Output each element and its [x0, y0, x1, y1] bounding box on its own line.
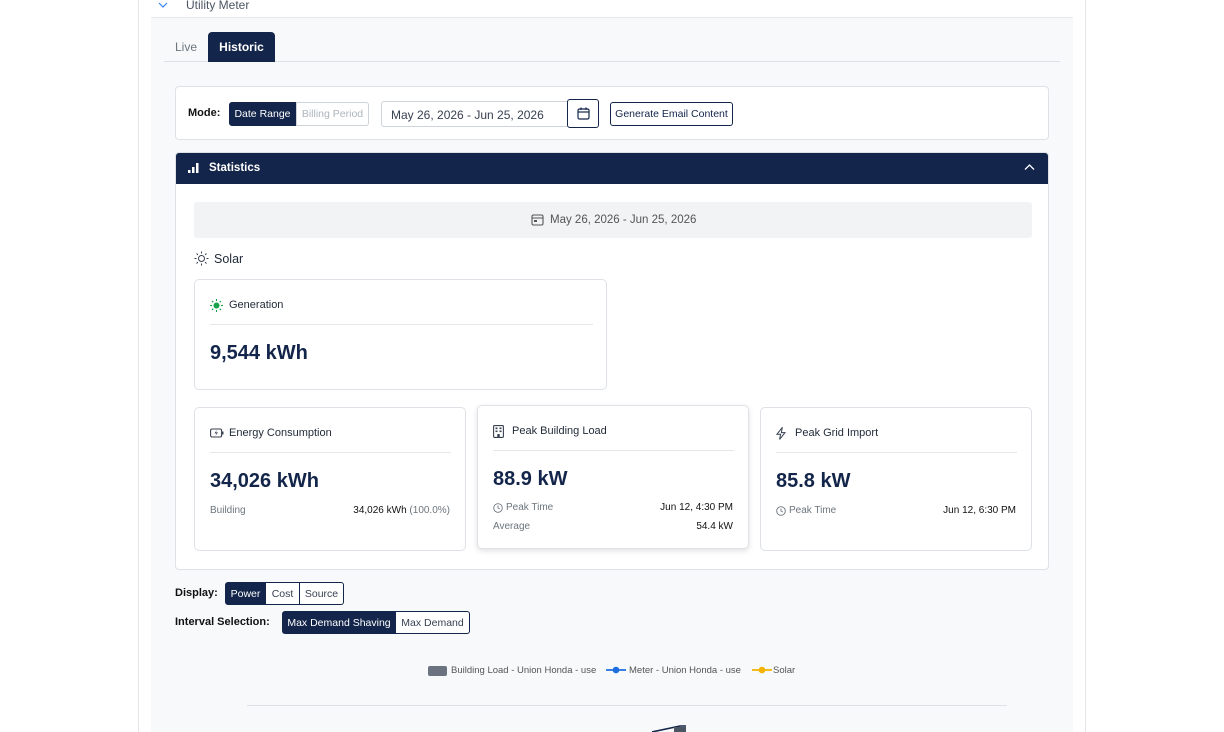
average-label: Average: [493, 521, 531, 532]
calendar-icon: [531, 214, 544, 226]
generation-title: Generation: [229, 299, 284, 311]
legend-building-load[interactable]: Building Load - Union Honda - use: [451, 665, 596, 676]
peak-building-load-card: Peak Building Load 88.9 kW Peak Time Jun…: [477, 405, 749, 549]
legend-meter[interactable]: Meter - Union Honda - use: [629, 665, 741, 676]
building-kwh: 34,026 kWh: [353, 505, 407, 516]
mode-toolbar: Mode: Date Range Billing Period May 26, …: [175, 86, 1049, 140]
peak-grid-import-value: 85.8 kW: [776, 470, 851, 492]
generation-value: 9,544 kWh: [210, 342, 308, 364]
energy-consumption-card: Energy Consumption 34,026 kWh Building 3…: [194, 407, 466, 551]
lightning-icon: [776, 427, 786, 440]
display-power-button[interactable]: Power: [225, 582, 266, 605]
chart-top-gridline: [247, 705, 1007, 706]
mode-date-range-button[interactable]: Date Range: [229, 102, 296, 126]
peak-building-load-title: Peak Building Load: [512, 425, 607, 437]
building-value: 34,026 kWh (100.0%): [353, 505, 450, 516]
clock-icon: [776, 506, 786, 516]
energy-consumption-value: 34,026 kWh: [210, 470, 319, 492]
tab-live[interactable]: Live: [164, 32, 208, 62]
calendar-button[interactable]: [567, 99, 599, 128]
building-icon: [493, 425, 504, 438]
sun-green-icon: [210, 299, 223, 312]
average-value: 54.4 kW: [696, 521, 733, 532]
peak-time-value: Jun 12, 4:30 PM: [660, 502, 733, 513]
solar-heading-label: Solar: [214, 252, 244, 266]
peak-grid-import-title: Peak Grid Import: [795, 427, 879, 439]
generation-card: Generation 9,544 kWh: [194, 279, 607, 390]
energy-consumption-title: Energy Consumption: [229, 427, 332, 439]
page: Utility Meter Live Historic Mode: Date R…: [0, 0, 1224, 732]
display-label: Display:: [175, 587, 218, 599]
bar-chart-icon: [188, 163, 199, 173]
date-range-banner: May 26, 2026 - Jun 25, 2026: [194, 202, 1032, 238]
tab-historic[interactable]: Historic: [208, 32, 275, 62]
date-range-input[interactable]: May 26, 2026 - Jun 25, 2026: [381, 101, 568, 127]
statistics-header[interactable]: Statistics: [176, 153, 1048, 184]
building-label: Building: [210, 505, 246, 516]
building-load-swatch[interactable]: [428, 666, 447, 676]
calendar-icon: [576, 107, 590, 120]
divider: [210, 452, 451, 453]
solar-line-icon[interactable]: [752, 665, 772, 675]
tab-bar: Live Historic: [164, 32, 1060, 62]
building-percent: (100.0%): [409, 505, 450, 516]
mode-label: Mode:: [188, 107, 221, 119]
battery-charging-icon: [210, 428, 224, 438]
chevron-down-icon: [158, 2, 168, 8]
interval-max-demand-button[interactable]: Max Demand: [396, 611, 470, 634]
accordion-title: Utility Meter: [186, 0, 250, 12]
divider: [210, 324, 593, 325]
display-cost-button[interactable]: Cost: [266, 582, 300, 605]
interval-label: Interval Selection:: [175, 616, 270, 628]
interval-max-demand-shaving-button[interactable]: Max Demand Shaving: [282, 611, 396, 634]
peak-time-value: Jun 12, 6:30 PM: [943, 505, 1016, 516]
display-source-button[interactable]: Source: [300, 582, 344, 605]
date-range-text: May 26, 2026 - Jun 25, 2026: [550, 214, 697, 226]
peak-building-load-value: 88.9 kW: [493, 468, 568, 490]
legend-solar[interactable]: Solar: [773, 665, 795, 676]
meter-line-icon[interactable]: [606, 665, 626, 675]
generate-email-button[interactable]: Generate Email Content: [610, 102, 733, 126]
clock-icon: [493, 503, 503, 513]
statistics-panel: Statistics May 26, 2026 - Jun 25, 2026 S…: [175, 152, 1049, 570]
sun-icon: [194, 251, 209, 266]
mode-billing-period-button[interactable]: Billing Period: [296, 102, 369, 126]
divider: [776, 452, 1017, 453]
peak-grid-import-card: Peak Grid Import 85.8 kW Peak Time Jun 1…: [760, 407, 1032, 551]
peak-time-label: Peak Time: [789, 505, 837, 516]
statistics-title: Statistics: [209, 162, 261, 174]
peak-time-label: Peak Time: [506, 502, 554, 513]
chevron-up-icon[interactable]: [1024, 163, 1035, 171]
accordion-header[interactable]: Utility Meter: [151, 0, 1073, 18]
chart-series-fragment: [652, 725, 686, 732]
chart-legend: Building Load - Union Honda - use Meter …: [428, 664, 808, 678]
divider: [493, 450, 734, 451]
